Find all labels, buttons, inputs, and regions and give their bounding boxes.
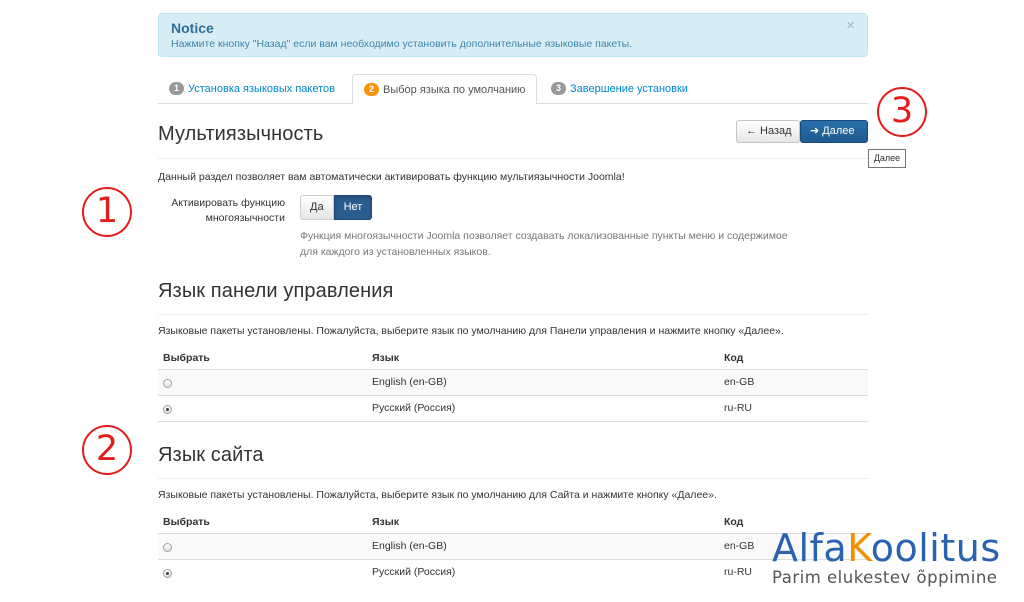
column-header-language: Язык — [372, 352, 399, 364]
toggle-no-button[interactable]: Нет — [333, 195, 373, 220]
column-header-language: Язык — [372, 516, 399, 528]
admin-lang-intro: Языковые пакеты установлены. Пожалуйста,… — [158, 325, 784, 337]
help-line: для каждого из установленных языков. — [300, 245, 491, 258]
alfakoolitus-logo: AlfaKoolitus Parim elukestev õppimine — [772, 528, 1012, 588]
language-code: ru-RU — [724, 402, 752, 414]
tab-default-language[interactable]: 2 Выбор языка по умолчанию — [352, 74, 538, 105]
tab-badge: 3 — [551, 82, 566, 95]
language-code: en-GB — [724, 540, 755, 552]
radio-admin-ru[interactable] — [163, 405, 172, 414]
page-title: Мультиязычность — [158, 123, 324, 145]
site-lang-title: Язык сайта — [158, 444, 264, 466]
close-icon[interactable]: × — [846, 18, 855, 33]
tab-label: Установка языковых пакетов — [188, 83, 335, 95]
language-name: English (en-GB) — [372, 540, 447, 552]
radio-site-ru[interactable] — [163, 569, 172, 578]
language-name: English (en-GB) — [372, 376, 447, 388]
multilang-field-label: Активировать функцию многоязычности — [158, 196, 285, 226]
column-header-select: Выбрать — [163, 516, 210, 528]
notice-alert: Notice Нажмите кнопку "Назад" если вам н… — [158, 13, 868, 57]
back-button[interactable]: ← Назад — [736, 120, 800, 143]
next-button[interactable]: ➜ Далее — [800, 120, 868, 143]
site-lang-table-header: Выбрать Язык Код — [158, 510, 868, 534]
table-row: Русский (Россия) ru-RU — [158, 396, 868, 422]
multilang-toggle: Да Нет — [300, 195, 373, 220]
table-row: English (en-GB) en-GB — [158, 370, 868, 396]
toggle-yes-button[interactable]: Да — [300, 195, 334, 220]
multilang-intro: Данный раздел позволяет вам автоматическ… — [158, 171, 625, 183]
tab-finish-install[interactable]: 3 Завершение установки — [540, 74, 699, 104]
column-header-code: Код — [724, 352, 744, 364]
tab-label: Выбор языка по умолчанию — [383, 84, 526, 96]
tab-badge: 1 — [169, 82, 184, 95]
notice-text: Нажмите кнопку "Назад" если вам необходи… — [171, 38, 633, 50]
divider — [158, 314, 868, 315]
table-row: English (en-GB) en-GB — [158, 534, 868, 560]
logo-wordmark: AlfaKoolitus — [772, 526, 1001, 570]
annotation-marker-2: 2 — [82, 425, 132, 475]
tab-label: Завершение установки — [570, 83, 688, 95]
logo-tagline: Parim elukestev õppimine — [772, 568, 998, 587]
next-tooltip: Далее — [868, 149, 906, 168]
language-code: en-GB — [724, 376, 755, 388]
field-label-line: Активировать функцию — [171, 197, 285, 209]
radio-site-en[interactable] — [163, 543, 172, 552]
language-code: ru-RU — [724, 566, 752, 578]
column-header-select: Выбрать — [163, 352, 210, 364]
notice-title: Notice — [171, 20, 214, 36]
table-row: Русский (Россия) ru-RU — [158, 560, 868, 586]
language-name: Русский (Россия) — [372, 402, 456, 414]
site-lang-intro: Языковые пакеты установлены. Пожалуйста,… — [158, 489, 717, 501]
language-name: Русский (Россия) — [372, 566, 456, 578]
radio-admin-en[interactable] — [163, 379, 172, 388]
field-label-line: многоязычности — [205, 212, 285, 224]
annotation-marker-3: 3 — [877, 87, 927, 137]
divider — [158, 158, 868, 159]
tab-install-packages[interactable]: 1 Установка языковых пакетов — [158, 74, 346, 104]
tab-badge: 2 — [364, 83, 379, 96]
admin-lang-table-header: Выбрать Язык Код — [158, 346, 868, 370]
admin-lang-title: Язык панели управления — [158, 280, 394, 302]
divider — [158, 478, 868, 479]
multilang-help: Функция многоязычности Joomla позволяет … — [300, 229, 830, 260]
column-header-code: Код — [724, 516, 744, 528]
step-tabs: 1 Установка языковых пакетов 2 Выбор языка… — [158, 74, 868, 105]
help-line: Функция многоязычности Joomla позволяет … — [300, 230, 788, 242]
annotation-marker-1: 1 — [82, 187, 132, 237]
